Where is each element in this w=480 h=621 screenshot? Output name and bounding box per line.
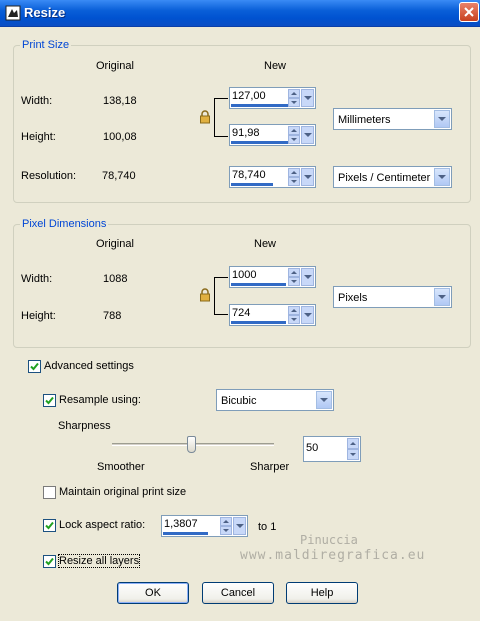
resolution-units-value: Pixels / Centimeter bbox=[338, 172, 431, 184]
pixel-width-spin[interactable]: 1000 bbox=[229, 266, 316, 288]
resample-method-select[interactable]: Bicubic bbox=[216, 389, 334, 411]
print-height-original: 100,08 bbox=[103, 131, 137, 143]
app-icon bbox=[5, 5, 21, 21]
lock-aspect-label[interactable]: Lock aspect ratio: bbox=[59, 519, 145, 531]
resample-checkbox[interactable] bbox=[43, 394, 56, 407]
dropdown-arrow-icon[interactable] bbox=[233, 517, 246, 535]
checkmark-icon bbox=[45, 557, 54, 566]
spin-up-icon[interactable] bbox=[288, 89, 300, 98]
checkmark-icon bbox=[45, 396, 54, 405]
lock-aspect-checkbox[interactable] bbox=[43, 519, 56, 532]
close-icon bbox=[464, 7, 474, 17]
resolution-units-select[interactable]: Pixels / Centimeter bbox=[333, 166, 452, 188]
to-one-label: to 1 bbox=[258, 521, 277, 533]
spin-up-icon[interactable] bbox=[288, 306, 300, 315]
print-units-value: Millimeters bbox=[338, 114, 391, 126]
chevron-down-icon[interactable] bbox=[434, 288, 450, 306]
dropdown-arrow-icon[interactable] bbox=[301, 126, 314, 144]
dropdown-arrow-icon[interactable] bbox=[301, 306, 314, 324]
spin-up-icon[interactable] bbox=[288, 268, 300, 277]
sharpness-value[interactable]: 50 bbox=[306, 442, 318, 454]
advanced-settings-label[interactable]: Advanced settings bbox=[44, 360, 134, 372]
pixel-height-label: Height: bbox=[21, 310, 56, 322]
pixel-original-header: Original bbox=[96, 238, 134, 250]
pixel-dimensions-title: Pixel Dimensions bbox=[20, 218, 109, 230]
spin-down-icon[interactable] bbox=[288, 98, 300, 107]
print-height-value[interactable]: 91,98 bbox=[232, 127, 260, 139]
resize-all-layers-label[interactable]: Resize all layers bbox=[57, 554, 141, 568]
sharper-label: Sharper bbox=[250, 461, 290, 473]
watermark-line2: www.maldiregrafica.eu bbox=[240, 548, 426, 563]
close-button[interactable] bbox=[459, 2, 479, 22]
dropdown-arrow-icon[interactable] bbox=[301, 268, 314, 286]
print-link-bracket bbox=[214, 98, 228, 137]
pixel-width-label: Width: bbox=[21, 273, 53, 285]
print-width-label: Width: bbox=[21, 95, 53, 107]
spin-down-icon[interactable] bbox=[288, 177, 300, 186]
pixel-units-select[interactable]: Pixels bbox=[333, 286, 452, 308]
spin-down-icon[interactable] bbox=[288, 135, 300, 144]
sharpness-slider-thumb[interactable] bbox=[187, 436, 196, 453]
maintain-print-size-label[interactable]: Maintain original print size bbox=[59, 486, 186, 498]
print-new-header: New bbox=[264, 60, 287, 72]
title-bar[interactable]: Resize bbox=[0, 0, 480, 27]
maintain-print-size-checkbox[interactable] bbox=[43, 486, 56, 499]
resize-all-layers-checkbox[interactable] bbox=[43, 555, 56, 568]
spin-up-icon[interactable] bbox=[347, 438, 359, 449]
dropdown-arrow-icon[interactable] bbox=[301, 89, 314, 107]
advanced-settings-checkbox[interactable] bbox=[28, 360, 41, 373]
chevron-down-icon[interactable] bbox=[434, 110, 450, 128]
pixel-units-value: Pixels bbox=[338, 292, 368, 304]
dropdown-arrow-icon[interactable] bbox=[301, 168, 314, 186]
checkmark-icon bbox=[45, 521, 54, 530]
print-units-select[interactable]: Millimeters bbox=[333, 108, 452, 130]
checkmark-icon bbox=[30, 362, 39, 371]
spin-down-icon[interactable] bbox=[347, 449, 359, 460]
resolution-label: Resolution: bbox=[21, 170, 77, 182]
print-width-value[interactable]: 127,00 bbox=[232, 90, 266, 102]
resample-label[interactable]: Resample using: bbox=[59, 394, 141, 406]
cancel-button[interactable]: Cancel bbox=[202, 582, 274, 604]
aspect-ratio-value[interactable]: 1,3807 bbox=[164, 518, 198, 530]
padlock-icon[interactable] bbox=[199, 110, 211, 124]
pixel-height-value[interactable]: 724 bbox=[232, 307, 250, 319]
smoother-label: Smoother bbox=[97, 461, 145, 473]
print-width-spin[interactable]: 127,00 bbox=[229, 87, 316, 109]
pixel-new-header: New bbox=[254, 238, 277, 250]
aspect-ratio-spin[interactable]: 1,3807 bbox=[161, 515, 248, 537]
spin-up-icon[interactable] bbox=[288, 126, 300, 135]
pixel-width-original: 1088 bbox=[103, 273, 128, 285]
chevron-down-icon[interactable] bbox=[434, 168, 450, 186]
pixel-width-value[interactable]: 1000 bbox=[232, 269, 256, 281]
resolution-original: 78,740 bbox=[102, 170, 136, 182]
ok-button[interactable]: OK bbox=[117, 582, 189, 604]
padlock-icon[interactable] bbox=[199, 288, 211, 302]
pixel-height-original: 788 bbox=[103, 310, 122, 322]
print-original-header: Original bbox=[96, 60, 134, 72]
spin-down-icon[interactable] bbox=[288, 315, 300, 324]
spin-up-icon[interactable] bbox=[220, 517, 232, 526]
chevron-down-icon[interactable] bbox=[316, 391, 332, 409]
help-button[interactable]: Help bbox=[286, 582, 358, 604]
print-height-spin[interactable]: 91,98 bbox=[229, 124, 316, 146]
resolution-value[interactable]: 78,740 bbox=[232, 169, 266, 181]
spin-down-icon[interactable] bbox=[220, 526, 232, 535]
spin-down-icon[interactable] bbox=[288, 277, 300, 286]
sharpness-label: Sharpness bbox=[58, 420, 111, 432]
pixel-link-bracket bbox=[214, 277, 228, 315]
window-title: Resize bbox=[24, 5, 66, 20]
print-width-original: 138,18 bbox=[103, 95, 137, 107]
spin-up-icon[interactable] bbox=[288, 168, 300, 177]
print-size-title: Print Size bbox=[20, 39, 72, 51]
watermark-line1: Pinuccia bbox=[300, 533, 358, 547]
sharpness-spin[interactable]: 50 bbox=[303, 436, 361, 462]
pixel-height-spin[interactable]: 724 bbox=[229, 304, 316, 326]
resolution-spin[interactable]: 78,740 bbox=[229, 166, 316, 188]
print-height-label: Height: bbox=[21, 131, 56, 143]
resample-method-value: Bicubic bbox=[221, 395, 257, 407]
